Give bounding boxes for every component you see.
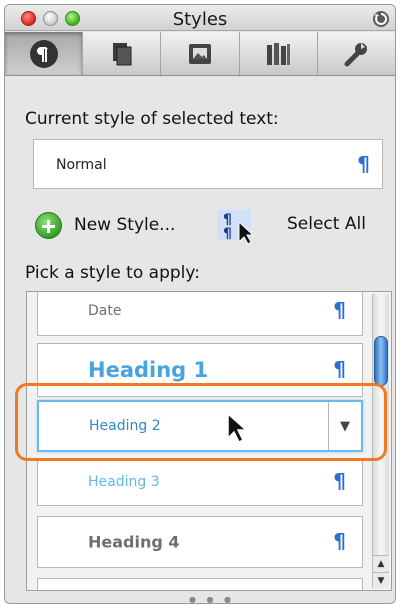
books-icon (267, 42, 291, 65)
style-item-label: Heading 4 (88, 532, 180, 552)
style-item-heading-3[interactable]: Heading 3 ¶ (37, 458, 363, 506)
style-item-label: Heading 3 (88, 474, 160, 490)
current-style-heading: Current style of selected text: (25, 109, 279, 129)
style-item-partial[interactable] (37, 578, 363, 590)
select-all-button[interactable]: Select All (287, 214, 366, 234)
paragraph-mark-icon: ¶ (333, 297, 346, 322)
tools-tab[interactable] (318, 32, 395, 75)
style-item-date[interactable]: Date ¶ (37, 292, 363, 336)
style-item-label: Heading 1 (88, 358, 209, 382)
scroll-down-arrow[interactable]: ▼ (373, 572, 389, 588)
window-title: Styles (172, 9, 228, 30)
media-tab[interactable] (161, 32, 240, 75)
paragraph-mark-icon: ¶ (357, 152, 370, 176)
pages-icon (112, 42, 132, 65)
select-all-icon[interactable]: ¶ ¶ (215, 208, 259, 245)
styles-palette: Styles Current style of selected text: N… (4, 4, 396, 604)
scroll-thumb[interactable] (374, 336, 388, 386)
current-style-value: Normal (56, 157, 107, 173)
paragraph-styles-tab[interactable] (5, 32, 84, 75)
resize-grip[interactable]: ● ● ● (189, 595, 235, 603)
palette-toolbar (5, 32, 395, 76)
current-style-field: Normal ¶ (33, 139, 383, 189)
paragraph-mark-icon (29, 39, 58, 68)
paragraph-mark-icon: ¶ (333, 356, 346, 381)
scroll-up-arrow[interactable]: ▲ (373, 555, 389, 571)
new-style-label: New Style... (74, 215, 176, 235)
library-tab[interactable] (240, 32, 318, 75)
style-item-heading-4[interactable]: Heading 4 ¶ (37, 516, 363, 568)
wrench-icon (344, 42, 368, 66)
pick-style-heading: Pick a style to apply: (25, 263, 200, 283)
style-item-label: Date (88, 303, 122, 319)
selection-highlight-callout (15, 383, 387, 461)
add-icon (35, 211, 62, 239)
paragraph-mark-icon: ¶ (333, 528, 346, 553)
paragraph-mark-icon: ¶ (333, 468, 346, 493)
pages-tab[interactable] (83, 32, 162, 75)
new-style-button[interactable]: New Style... (35, 209, 175, 241)
media-icon (189, 43, 211, 64)
svg-text:¶: ¶ (223, 226, 232, 242)
title-bar[interactable]: Styles (5, 5, 395, 31)
palette-options-icon[interactable] (373, 11, 389, 27)
